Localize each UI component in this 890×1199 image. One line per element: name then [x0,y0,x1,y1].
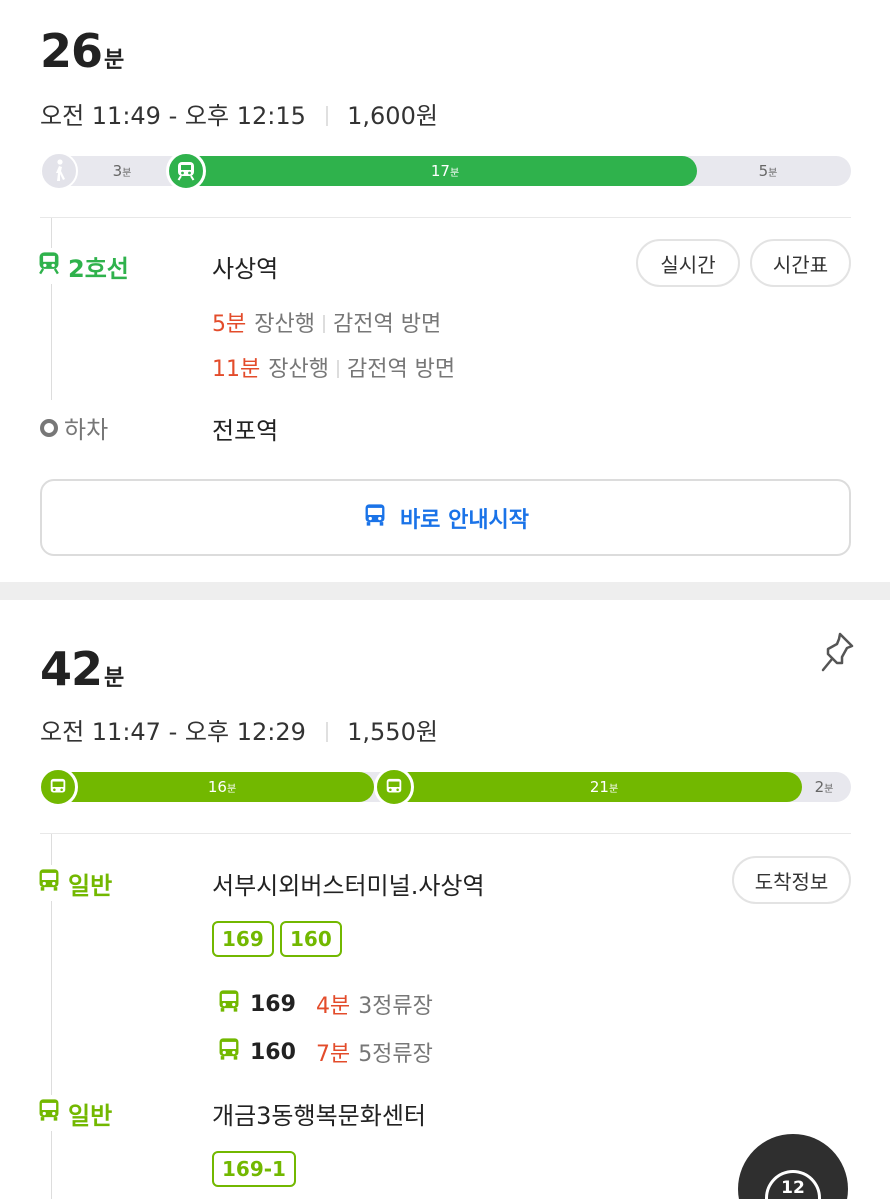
separator [325,106,328,126]
stops-away: 5정류장 [358,1042,433,1067]
route-duration: 42분 [40,642,124,696]
bus-icon [36,865,62,901]
segment-walk-time-end: 5분 [758,162,778,180]
bus-arrival-row: 169 4분 3정류장 [216,988,433,1020]
arrival-minutes: 11분 [212,357,261,382]
start-label: 바로 안내시작 [399,507,530,533]
route-time-fare: 오전 11:49 - 오후 12:15 1,600원 [40,96,438,131]
arrival-info-button[interactable]: 도착정보 [732,856,851,904]
bus-icon [362,502,388,534]
arrival-minutes: 4분 [315,994,351,1019]
bus-icon [38,767,78,807]
bus-icon [216,988,242,1020]
stops-away: 3정류장 [358,994,433,1019]
bus-number: 169 [250,991,296,1017]
separator [325,722,328,742]
arrival-row: 5분 장산행 감전역 방면 [212,306,441,338]
segment-walk-time: 2분 [814,778,834,796]
alight-dot-icon [40,418,58,437]
arrival-direction: 감전역 방면 [332,312,442,337]
departure-time: 오전 11:49 [40,102,161,130]
segment-bus-2-time: 21분 [589,778,619,796]
arrival-destination: 장산행 [254,312,315,337]
bus-icon [374,767,414,807]
bus-icon [36,1095,62,1131]
bus-arrival-row: 160 7분 5정류장 [216,1036,433,1068]
bus-mode-label: 일반 [36,865,112,901]
timetable-button[interactable]: 시간표 [750,239,851,287]
route-progress-bar: 16분 21분 2분 [38,767,851,807]
route-progress-bar: 3분 17분 5분 [40,151,851,191]
duration-unit: 분 [104,666,125,691]
card-separator [0,582,890,600]
duration-number: 42 [40,642,103,696]
bus-icon [216,1036,242,1068]
subway-icon [166,151,206,191]
bus-number: 160 [250,1039,296,1065]
bus-type: 일반 [68,1101,113,1130]
arrival-minutes: 5분 [212,312,247,337]
route-time-fare: 오전 11:47 - 오후 12:29 1,550원 [40,712,438,747]
board-station[interactable]: 사상역 [212,249,278,284]
line-name: 2호선 [68,254,129,283]
segment-bus-1-time: 16분 [207,778,237,796]
alight-label: 하차 [40,410,108,445]
divider [40,833,851,834]
fare: 1,600원 [347,102,438,130]
route-number-tag[interactable]: 160 [280,921,342,957]
arrival-row: 11분 장산행 감전역 방면 [212,351,455,383]
route-number-tag[interactable]: 169-1 [212,1151,296,1187]
start-guidance-button[interactable]: 바로 안내시작 [40,479,851,556]
time-dash: - [168,718,178,746]
bus-mode-label: 일반 [36,1095,112,1131]
arrival-time: 오후 12:29 [184,718,306,746]
departure-time: 오전 11:47 [40,718,161,746]
subway-icon [36,248,62,284]
time-dash: - [168,102,178,130]
arrival-destination: 장산행 [268,357,329,382]
refresh-countdown: 12 [765,1170,821,1199]
bus-type: 일반 [68,871,113,900]
subway-line-label: 2호선 [36,248,129,284]
walk-icon [40,152,78,190]
realtime-button[interactable]: 실시간 [636,239,740,287]
alight-text: 하차 [64,416,109,444]
route-card-1[interactable]: 26분 오전 11:49 - 오후 12:15 1,600원 3분 17분 5분… [0,0,890,582]
alight-station[interactable]: 전포역 [212,411,278,446]
pin-icon[interactable] [818,630,856,678]
segment-walk-time: 3분 [112,162,132,180]
arrival-time: 오후 12:15 [184,102,306,130]
route-number-tag[interactable]: 169 [212,921,274,957]
arrival-direction: 감전역 방면 [346,357,456,382]
fare: 1,550원 [347,718,438,746]
duration-number: 26 [40,24,103,78]
divider [40,217,851,218]
route-duration: 26분 [40,24,124,78]
route-line [51,218,52,400]
board-station[interactable]: 개금3동행복문화센터 [212,1096,426,1131]
route-card-2[interactable]: 42분 오전 11:47 - 오후 12:29 1,550원 16분 21분 2… [0,600,890,1199]
duration-unit: 분 [104,48,125,73]
board-station[interactable]: 서부시외버스터미널.사상역 [212,866,485,901]
arrival-minutes: 7분 [315,1042,351,1067]
segment-subway-time: 17분 [430,162,460,180]
